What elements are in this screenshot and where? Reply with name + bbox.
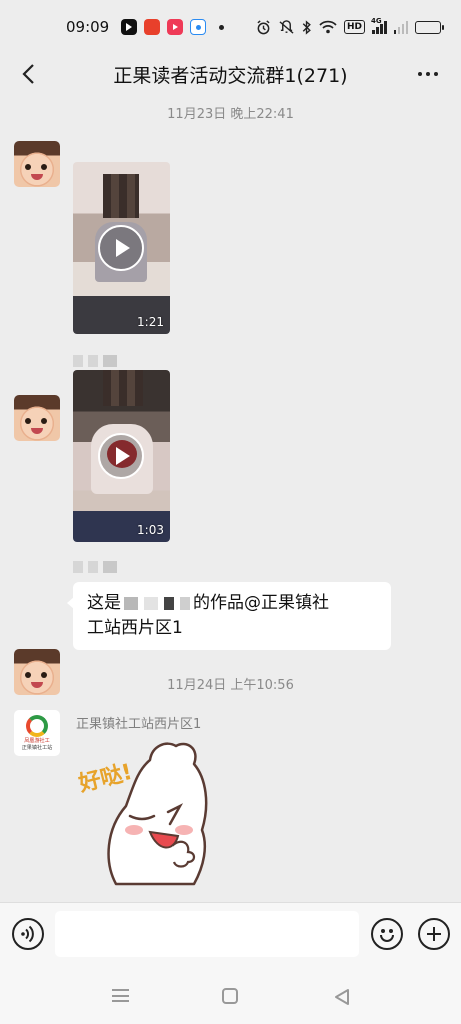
redacted-block (164, 596, 174, 610)
status-bar: 09:09 HD 4G (0, 0, 461, 54)
hd-icon: HD (343, 20, 365, 34)
tiktok-icon (121, 19, 138, 35)
logo-text: 凤凰游社工 (24, 737, 50, 744)
emoji-button[interactable] (371, 918, 403, 950)
redacted-block (180, 596, 190, 610)
system-nav-bar (0, 966, 461, 1024)
alarm-icon (257, 19, 270, 34)
video-message[interactable]: 1:03 (73, 370, 170, 542)
dot-icon (219, 24, 225, 30)
voice-button[interactable] (12, 918, 44, 950)
message-input[interactable] (55, 911, 359, 957)
plus-circle-icon[interactable] (418, 918, 450, 950)
mute-icon (279, 19, 294, 34)
more-button[interactable] (415, 62, 441, 86)
avatar[interactable]: 凤凰游社工 正果镇社工站 (14, 710, 60, 756)
chat-area[interactable]: 11月23日 晚上22:41 1:21 1:03 这是 的作品@正果镇社 工站西片… (0, 94, 461, 902)
sender-name-redacted (73, 558, 122, 573)
wifi-icon (319, 20, 337, 34)
sender-name: 正果镇社工站西片区1 (76, 717, 202, 732)
play-icon[interactable] (98, 225, 144, 271)
app-badge-icon (144, 19, 161, 35)
message-line-2: 工站西片区1 (87, 618, 183, 638)
chat-header: 正果读者活动交流群1(271) (0, 54, 461, 94)
timestamp: 11月24日 上午10:56 (167, 678, 294, 693)
text-message-bubble[interactable]: 这是 的作品@正果镇社 工站西片区1 (67, 582, 391, 650)
blue-app-icon (190, 19, 207, 35)
logo-text: 正果镇社工站 (21, 744, 53, 751)
message-text: 这是 (87, 593, 121, 613)
video-message[interactable]: 1:21 (73, 162, 170, 334)
home-button[interactable] (222, 988, 238, 1004)
message-input-bar (0, 902, 461, 966)
video-duration: 1:21 (137, 315, 164, 329)
social-work-logo-icon (26, 715, 48, 737)
play-icon[interactable] (98, 433, 144, 479)
more-horizontal-icon (418, 72, 438, 76)
avatar[interactable] (14, 395, 60, 441)
sticker-message[interactable]: 好哒! (76, 734, 216, 889)
chevron-left-icon (22, 64, 34, 84)
voice-icon (21, 925, 34, 943)
avatar[interactable] (14, 141, 60, 187)
redacted-block (144, 596, 158, 610)
bluetooth-icon (302, 19, 311, 35)
back-button[interactable] (14, 60, 42, 88)
message-text: 的作品@正果镇社 (193, 593, 329, 613)
network-type-label: 4G (371, 17, 382, 25)
chat-title: 正果读者活动交流群1(271) (113, 64, 348, 87)
back-triangle-icon[interactable] (334, 988, 350, 1006)
status-time: 09:09 (66, 18, 110, 36)
recent-apps-button[interactable] (112, 989, 129, 1002)
redacted-block (124, 596, 138, 610)
signal-2-icon (393, 20, 408, 34)
timestamp: 11月23日 晚上22:41 (167, 107, 294, 122)
sender-name-redacted (73, 352, 122, 367)
sticker-bunny-icon (107, 742, 208, 886)
video-duration: 1:03 (137, 523, 164, 537)
battery-icon (415, 20, 444, 34)
signal-icon: 4G (371, 17, 387, 34)
message-line-1: 这是 的作品@正果镇社 (87, 591, 377, 616)
red-app-icon (167, 19, 184, 35)
